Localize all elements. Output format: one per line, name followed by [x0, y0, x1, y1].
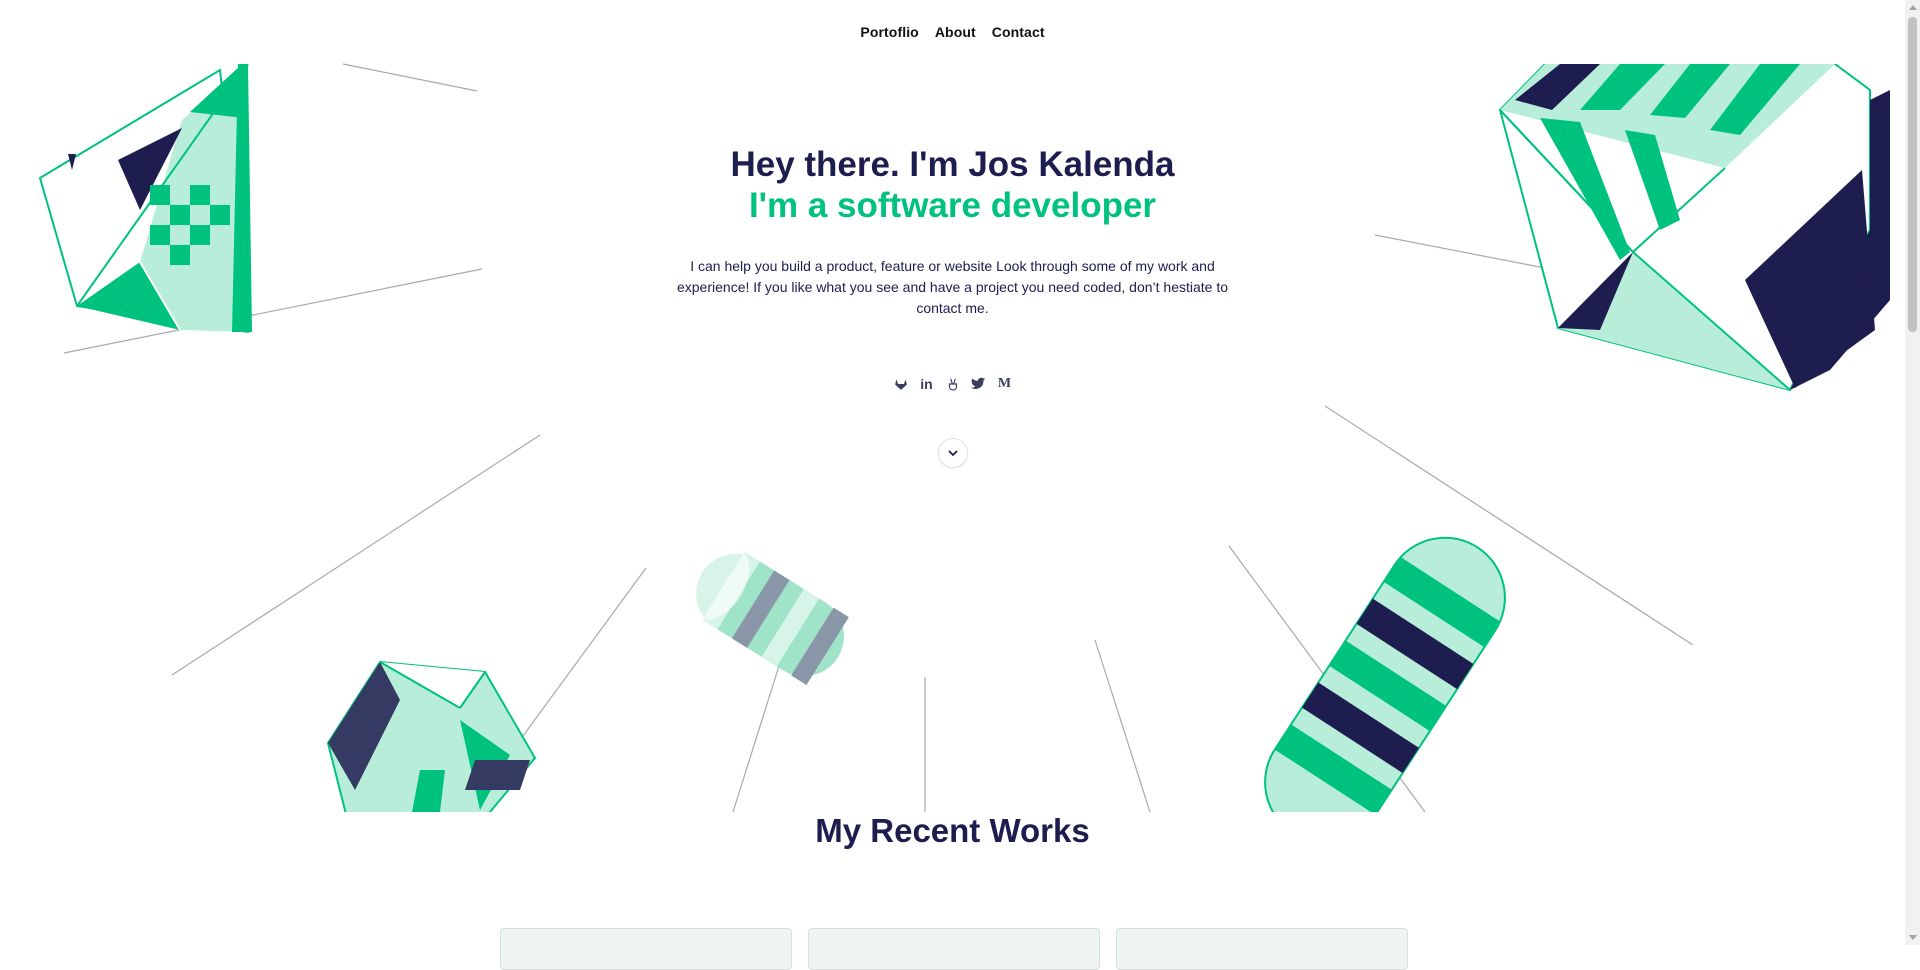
hero-decoration	[38, 63, 1890, 813]
scrollbar-thumb[interactable]	[1908, 17, 1917, 332]
nav-link-contact[interactable]: Contact	[992, 24, 1045, 40]
linkedin-icon[interactable]: in	[918, 375, 936, 393]
hero-heading: Hey there. I'm Jos Kalenda I'm a softwar…	[0, 144, 1905, 226]
gitlab-icon[interactable]	[892, 375, 910, 393]
chevron-down-icon	[948, 450, 958, 457]
hero-title: Hey there. I'm Jos Kalenda	[730, 145, 1175, 184]
main-nav: Portoflio About Contact	[0, 0, 1905, 64]
work-card[interactable]	[500, 928, 792, 970]
twitter-icon[interactable]	[970, 375, 988, 393]
hero-description: I can help you build a product, feature …	[676, 258, 1229, 316]
page-scrollbar[interactable]	[1905, 0, 1920, 945]
works-title: My Recent Works	[815, 812, 1090, 849]
hero-subtitle: I'm a software developer	[748, 186, 1157, 225]
social-links: in M	[0, 375, 1905, 393]
scroll-up-arrow-icon[interactable]	[1909, 5, 1917, 10]
cylinder-small-shape	[689, 546, 849, 685]
medium-icon[interactable]: M	[996, 375, 1014, 393]
nav-link-portfolio[interactable]: Portoflio	[860, 24, 918, 40]
nav-link-about[interactable]: About	[935, 24, 976, 40]
scroll-down-arrow-icon[interactable]	[1909, 935, 1917, 940]
scroll-down-button[interactable]	[938, 438, 968, 468]
work-card[interactable]	[808, 928, 1100, 970]
angellist-icon[interactable]	[944, 375, 962, 393]
works-cards	[500, 928, 1408, 970]
hero-section: Hey there. I'm Jos Kalenda I'm a softwar…	[0, 144, 1905, 319]
work-card[interactable]	[1116, 928, 1408, 970]
